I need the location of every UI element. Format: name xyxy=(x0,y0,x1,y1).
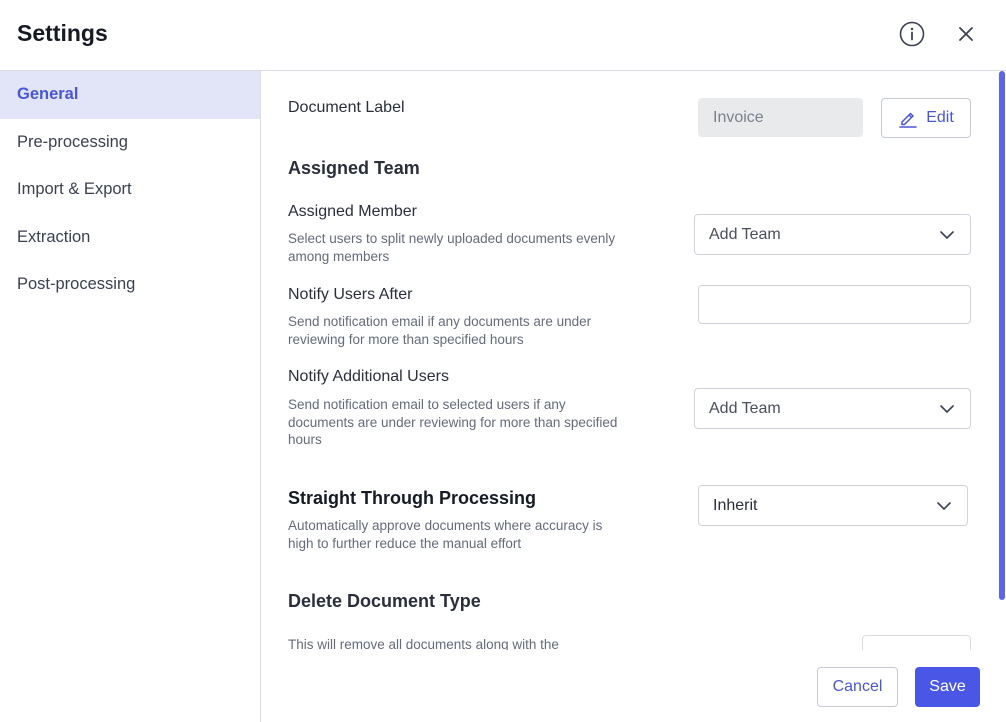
settings-content: Document Label Invoice Edit Assigned Tea… xyxy=(261,71,1006,650)
cancel-button[interactable]: Cancel xyxy=(817,667,898,707)
stp-value: Inherit xyxy=(713,496,758,514)
assigned-member-title: Assigned Member xyxy=(288,203,417,220)
notify-additional-title: Notify Additional Users xyxy=(288,368,449,385)
sidebar-item-general[interactable]: General xyxy=(0,71,260,119)
dialog-title: Settings xyxy=(17,20,108,46)
sidebar-item-import-export[interactable]: Import & Export xyxy=(0,166,260,214)
notify-after-description: Send notification email if any documents… xyxy=(288,314,592,347)
sidebar-item-extraction[interactable]: Extraction xyxy=(0,214,260,262)
edit-label: Edit xyxy=(926,109,954,126)
edit-button[interactable]: Edit xyxy=(881,98,971,138)
notify-additional-description: Send notification email to selected user… xyxy=(288,397,618,447)
assigned-team-heading: Assigned Team xyxy=(288,158,420,178)
dialog-header: Settings xyxy=(0,0,1006,71)
scrollbar-thumb[interactable] xyxy=(999,71,1005,600)
close-icon xyxy=(959,27,973,41)
document-label-title: Document Label xyxy=(288,99,405,116)
assigned-member-select[interactable]: Add Team xyxy=(694,214,971,255)
pencil-icon xyxy=(899,112,917,128)
notify-after-title: Notify Users After xyxy=(288,286,413,303)
content-scrollbar[interactable] xyxy=(998,71,1006,650)
chevron-down-icon xyxy=(940,230,954,239)
save-button[interactable]: Save xyxy=(915,667,980,707)
assigned-member-description: Select users to split newly uploaded doc… xyxy=(288,231,616,264)
chevron-down-icon xyxy=(937,501,951,510)
settings-sidebar: General Pre-processing Import & Export E… xyxy=(0,71,261,722)
delete-heading: Delete Document Type xyxy=(288,591,481,611)
delete-button[interactable] xyxy=(862,635,971,650)
stp-select[interactable]: Inherit xyxy=(698,485,968,526)
sidebar-item-post-processing[interactable]: Post-processing xyxy=(0,261,260,309)
sidebar-item-pre-processing[interactable]: Pre-processing xyxy=(0,119,260,167)
chevron-down-icon xyxy=(940,404,954,413)
stp-heading: Straight Through Processing xyxy=(288,488,537,508)
close-button[interactable] xyxy=(951,19,981,49)
document-label-value: Invoice xyxy=(713,108,764,126)
delete-description: This will remove all documents along wit… xyxy=(288,637,559,650)
assigned-member-placeholder: Add Team xyxy=(709,225,781,243)
document-label-field: Invoice xyxy=(698,98,863,137)
info-button[interactable] xyxy=(897,19,927,49)
notify-after-input[interactable] xyxy=(698,285,971,324)
stp-description: Automatically approve documents where ac… xyxy=(288,518,603,551)
info-circle-icon xyxy=(899,21,925,47)
notify-additional-placeholder: Add Team xyxy=(709,399,781,417)
notify-additional-select[interactable]: Add Team xyxy=(694,388,971,429)
